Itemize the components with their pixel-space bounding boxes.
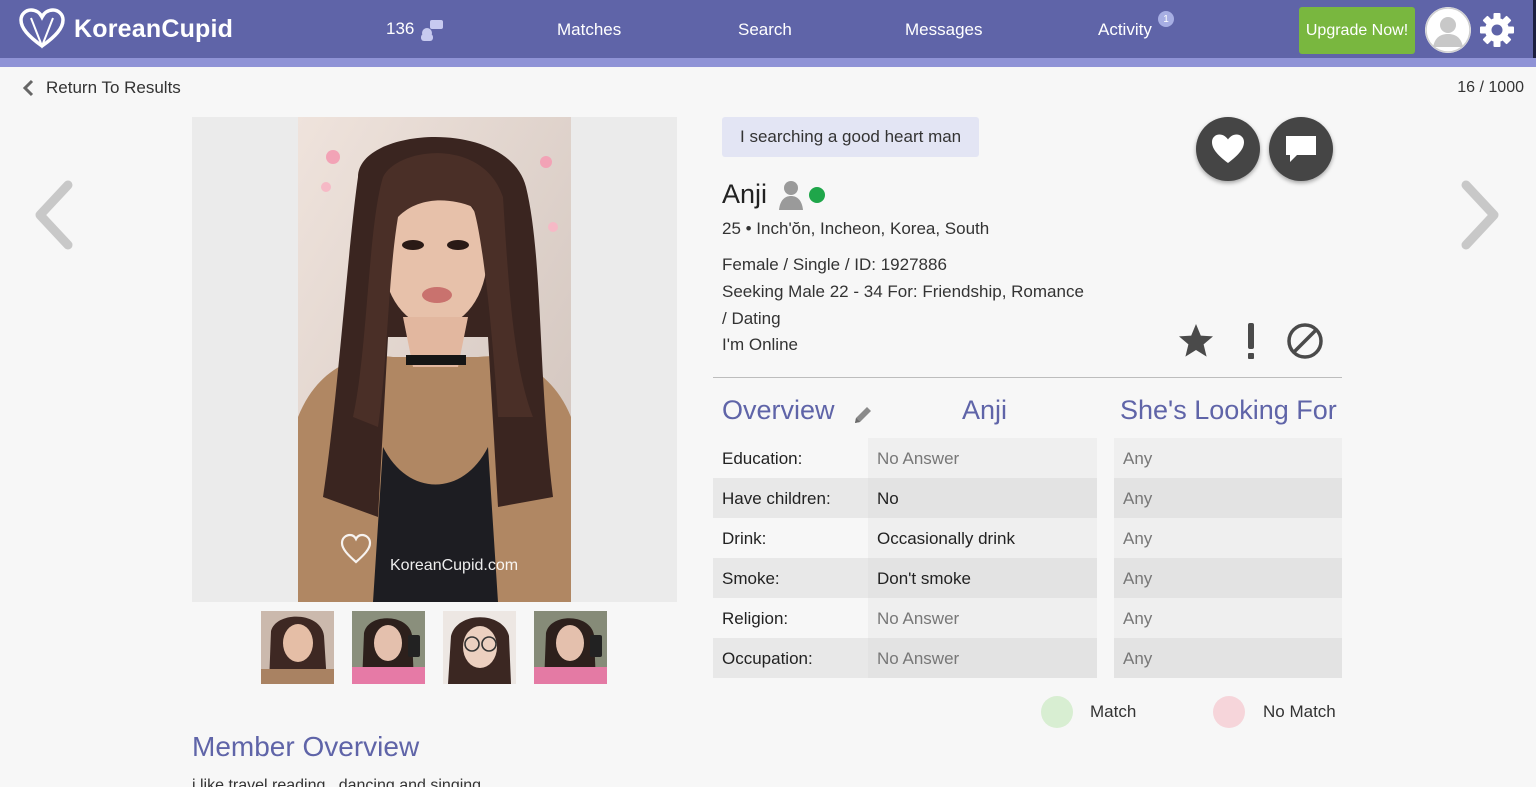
nav-interest-count[interactable]: 136 xyxy=(386,17,444,41)
online-status-dot xyxy=(809,186,826,203)
match-legend-label: Match xyxy=(1090,702,1137,721)
table-row: Have children: No Any xyxy=(713,478,1342,518)
photo-watermark: KoreanCupid.com xyxy=(390,557,518,574)
table-row: Smoke: Don't smoke Any xyxy=(713,558,1342,598)
edit-pencil-icon[interactable] xyxy=(852,404,874,426)
main-photo-frame: KoreanCupid.com xyxy=(192,117,677,602)
star-icon[interactable] xyxy=(1177,322,1215,360)
self-value: No Answer xyxy=(868,438,1097,478)
profile-photo-image: KoreanCupid.com xyxy=(298,117,571,602)
wanted-value: Any xyxy=(1114,478,1342,518)
send-interest-button[interactable] xyxy=(1196,117,1260,181)
heart-icon xyxy=(1212,134,1244,163)
nav-link-search[interactable]: Search xyxy=(738,20,792,40)
top-navbar: KoreanCupid 136 Matches Search Messages … xyxy=(0,0,1536,58)
row-label: Drink: xyxy=(722,529,767,548)
upgrade-button[interactable]: Upgrade Now! xyxy=(1299,7,1415,54)
member-overview-heading: Member Overview xyxy=(192,731,420,762)
thumbnail-2[interactable] xyxy=(352,611,425,684)
previous-profile-arrow-icon[interactable] xyxy=(30,180,76,250)
photo-thumbnails xyxy=(261,611,625,684)
nav-link-matches[interactable]: Matches xyxy=(557,20,621,40)
wanted-value: Any xyxy=(1114,598,1342,638)
thumbnail-image xyxy=(443,611,516,684)
send-message-button[interactable] xyxy=(1269,117,1333,181)
result-position: 16 / 1000 xyxy=(1457,79,1524,96)
thumbnail-image xyxy=(352,611,425,684)
table-row: Occupation: No Answer Any xyxy=(713,638,1342,678)
member-overview-text: i like travel,reading , dancing and sing… xyxy=(192,777,482,787)
wanted-value: Any xyxy=(1114,558,1342,598)
section-divider xyxy=(713,377,1342,378)
overview-heading: Overview xyxy=(722,395,835,425)
profile-tagline: I searching a good heart man xyxy=(722,117,980,157)
wanted-value: Any xyxy=(1114,518,1342,558)
match-legend-dot xyxy=(1041,696,1073,728)
people-icon xyxy=(421,20,444,41)
activity-badge: 1 xyxy=(1158,11,1174,27)
nav-link-activity[interactable]: Activity xyxy=(1098,20,1152,40)
profile-details: Female / Single / ID: 1927886 xyxy=(722,255,947,274)
chevron-left-icon xyxy=(22,79,34,97)
row-label: Religion: xyxy=(722,609,789,628)
brand-name: KoreanCupid xyxy=(74,14,234,43)
profile-name: Anji xyxy=(722,179,768,209)
no-match-legend-label: No Match xyxy=(1263,702,1336,721)
thumbnail-4[interactable] xyxy=(534,611,607,684)
report-exclamation-icon[interactable] xyxy=(1243,322,1259,360)
profile-seeking-cont: / Dating xyxy=(722,309,781,328)
next-profile-arrow-icon[interactable] xyxy=(1458,180,1504,250)
self-column-heading: Anji xyxy=(962,395,1008,425)
table-row: Religion: No Answer Any xyxy=(713,598,1342,638)
row-label: Smoke: xyxy=(722,569,780,588)
gear-icon[interactable] xyxy=(1478,11,1516,49)
thumbnail-image xyxy=(534,611,607,684)
profile-name-row: Anji xyxy=(722,179,826,210)
interest-count: 136 xyxy=(386,19,415,38)
wanted-value: Any xyxy=(1114,638,1342,678)
self-value: No Answer xyxy=(868,598,1097,638)
user-avatar[interactable] xyxy=(1425,7,1471,53)
chat-bubble-icon xyxy=(1286,136,1316,162)
nav-link-messages[interactable]: Messages xyxy=(905,20,982,40)
heart-logo-icon xyxy=(19,8,65,49)
overview-table: Education: No Answer Any Have children: … xyxy=(713,438,1342,678)
table-row: Drink: Occasionally drink Any xyxy=(713,518,1342,558)
person-icon xyxy=(779,180,804,210)
table-row: Education: No Answer Any xyxy=(713,438,1342,478)
no-match-legend-dot xyxy=(1213,696,1245,728)
wanted-value: Any xyxy=(1114,438,1342,478)
self-value: No Answer xyxy=(868,638,1097,678)
return-label: Return To Results xyxy=(46,78,181,97)
self-value: No xyxy=(868,478,1097,518)
row-label: Occupation: xyxy=(722,649,813,668)
profile-location: 25 • Inch'ŏn, Incheon, Korea, South xyxy=(722,219,990,238)
profile-seeking: Seeking Male 22 - 34 For: Friendship, Ro… xyxy=(722,282,1084,301)
thumbnail-image xyxy=(261,611,334,684)
profile-online-status: I'm Online xyxy=(722,335,798,354)
return-to-results-link[interactable]: Return To Results xyxy=(22,78,181,98)
nav-accent-bar xyxy=(0,58,1536,67)
thumbnail-3[interactable] xyxy=(443,611,516,684)
avatar-icon xyxy=(1425,7,1471,53)
profile-photo[interactable]: KoreanCupid.com xyxy=(298,117,571,602)
self-value: Don't smoke xyxy=(868,558,1097,598)
looking-for-column-heading: She's Looking For xyxy=(1120,395,1337,425)
brand-logo[interactable]: KoreanCupid xyxy=(18,8,233,50)
row-label: Education: xyxy=(722,449,803,468)
block-icon[interactable] xyxy=(1286,322,1324,360)
self-value: Occasionally drink xyxy=(868,518,1097,558)
thumbnail-1[interactable] xyxy=(261,611,334,684)
row-label: Have children: xyxy=(722,489,831,508)
